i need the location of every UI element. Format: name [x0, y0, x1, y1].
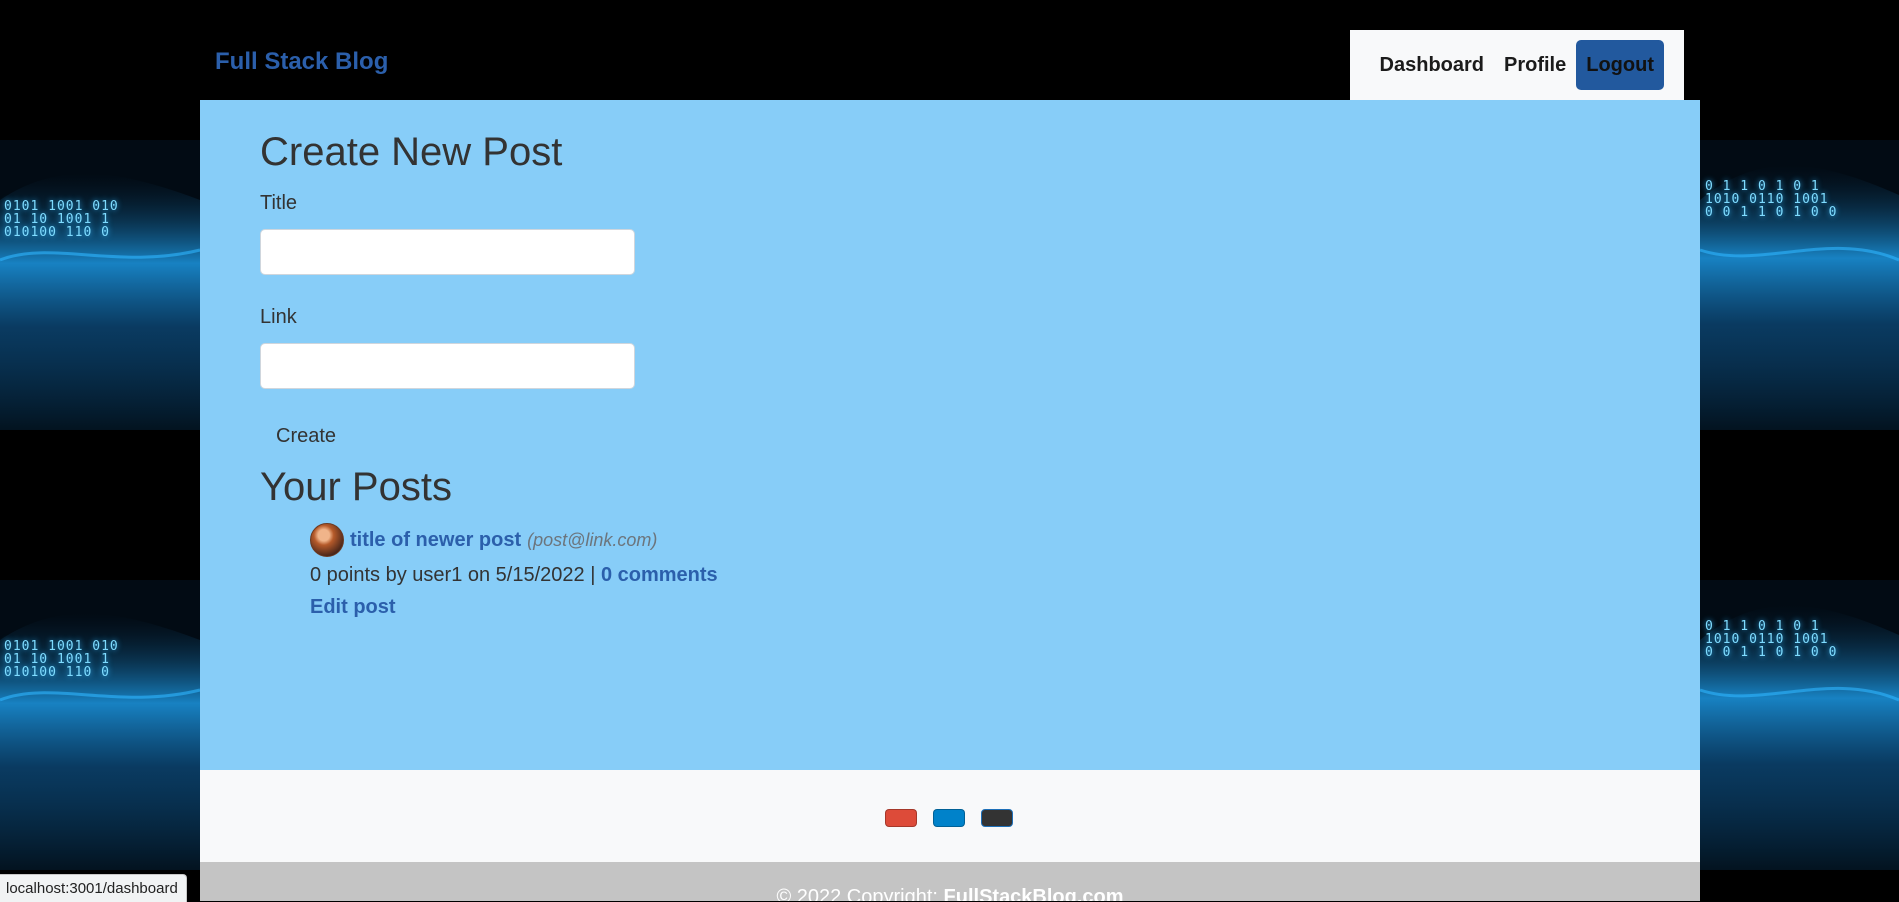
link-label: Link: [260, 306, 297, 328]
twitter-button[interactable]: [933, 809, 965, 827]
binary-digits: 0101 1001 010 01 10 1001 1 010100 110 0: [4, 639, 119, 680]
copyright-text: © 2022 Copyright:: [776, 886, 938, 901]
main-content: Create New Post Title Link Create Your P…: [200, 100, 1700, 770]
copyright-site-link[interactable]: FullStackBlog.com: [944, 886, 1124, 901]
binary-digits: 0101 1001 010 01 10 1001 1 010100 110 0: [4, 199, 119, 240]
top-nav: Dashboard Profile Logout: [1350, 30, 1684, 100]
post-meta: 0 points by user1 on 5/15/2022 | 0 comme…: [310, 560, 718, 590]
post-meta-text: 0 points by user1 on 5/15/2022 |: [310, 564, 596, 586]
your-posts-heading: Your Posts: [260, 465, 452, 509]
avatar: [310, 523, 344, 557]
nav-dashboard[interactable]: Dashboard: [1380, 54, 1484, 77]
create-post-heading: Create New Post: [260, 130, 563, 174]
social-footer: [200, 770, 1700, 862]
create-button[interactable]: Create: [260, 425, 352, 448]
binary-digits: 0 1 1 0 1 0 1 1010 0110 1001 0 0 1 1 0 1 0…: [1705, 179, 1838, 220]
post-title-link[interactable]: title of newer post: [350, 529, 521, 552]
title-input[interactable]: [260, 229, 635, 275]
link-input[interactable]: [260, 343, 635, 389]
post-comments-link[interactable]: 0 comments: [601, 564, 718, 586]
github-button[interactable]: [981, 809, 1013, 827]
logout-button[interactable]: Logout: [1576, 40, 1664, 90]
post-title-row: title of newer post (post@link.com): [310, 522, 718, 558]
title-label: Title: [260, 192, 298, 214]
binary-digits: 0 1 1 0 1 0 1 1010 0110 1001 0 0 1 1 0 1 0…: [1705, 619, 1838, 660]
google-button[interactable]: [885, 809, 917, 827]
brand-link[interactable]: Full Stack Blog: [215, 48, 388, 76]
browser-status-url: localhost:3001/dashboard: [0, 874, 187, 902]
edit-post-link[interactable]: Edit post: [310, 596, 718, 619]
post-url: (post@link.com): [527, 529, 658, 550]
nav-profile[interactable]: Profile: [1504, 54, 1566, 77]
copyright-bar: © 2022 Copyright: FullStackBlog.com: [200, 862, 1700, 901]
post-item: title of newer post (post@link.com) 0 po…: [310, 522, 718, 619]
